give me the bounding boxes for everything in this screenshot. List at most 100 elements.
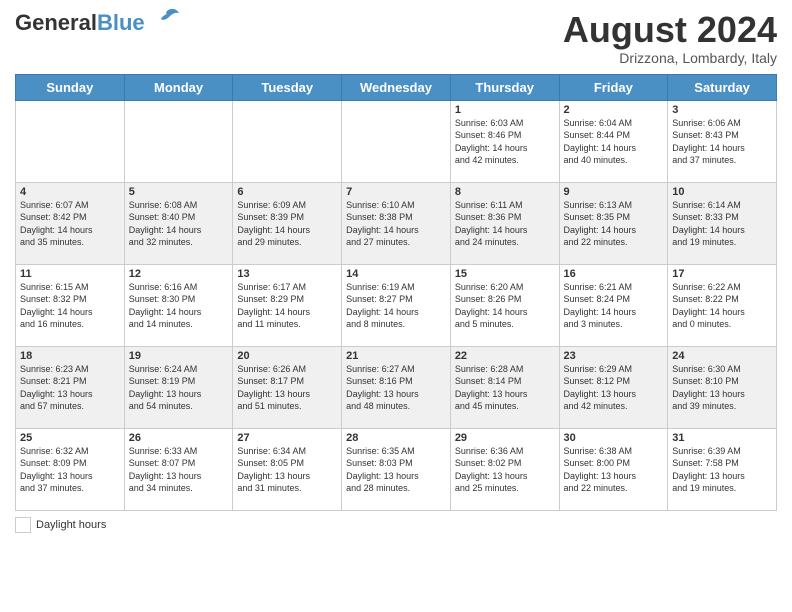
- day-info: Sunrise: 6:29 AM Sunset: 8:12 PM Dayligh…: [564, 364, 637, 412]
- calendar-cell: [124, 100, 233, 182]
- day-number: 11: [20, 268, 120, 280]
- title-block: August 2024 Drizzona, Lombardy, Italy: [563, 10, 777, 66]
- day-info: Sunrise: 6:08 AM Sunset: 8:40 PM Dayligh…: [129, 200, 202, 248]
- day-number: 19: [129, 350, 229, 362]
- day-number: 24: [672, 350, 772, 362]
- calendar-week-row: 11 Sunrise: 6:15 AM Sunset: 8:32 PM Dayli…: [16, 264, 777, 346]
- col-thursday: Thursday: [450, 74, 559, 100]
- day-info: Sunrise: 6:35 AM Sunset: 8:03 PM Dayligh…: [346, 446, 419, 494]
- day-info: Sunrise: 6:28 AM Sunset: 8:14 PM Dayligh…: [455, 364, 528, 412]
- day-number: 26: [129, 432, 229, 444]
- calendar-cell: 5Sunrise: 6:08 AM Sunset: 8:40 PM Daylig…: [124, 182, 233, 264]
- day-info: Sunrise: 6:11 AM Sunset: 8:36 PM Dayligh…: [455, 200, 528, 248]
- calendar-cell: 9Sunrise: 6:13 AM Sunset: 8:35 PM Daylig…: [559, 182, 668, 264]
- day-info: Sunrise: 6:32 AM Sunset: 8:09 PM Dayligh…: [20, 446, 93, 494]
- legend-box: [15, 517, 31, 533]
- location: Drizzona, Lombardy, Italy: [563, 50, 777, 66]
- col-friday: Friday: [559, 74, 668, 100]
- day-number: 2: [564, 104, 664, 116]
- calendar-week-row: 25 Sunrise: 6:32 AM Sunset: 8:09 PM Dayli…: [16, 428, 777, 510]
- header: General Blue August 2024 Drizzona, Lomba…: [15, 10, 777, 66]
- calendar-cell: [233, 100, 342, 182]
- day-info: Sunrise: 6:39 AM Sunset: 7:58 PM Dayligh…: [672, 446, 745, 494]
- day-number: 8: [455, 186, 555, 198]
- calendar-cell: 22Sunrise: 6:28 AM Sunset: 8:14 PM Dayli…: [450, 346, 559, 428]
- logo-general: General: [15, 10, 97, 36]
- calendar-cell: 14Sunrise: 6:19 AM Sunset: 8:27 PM Dayli…: [342, 264, 451, 346]
- day-info: Sunrise: 6:19 AM Sunset: 8:27 PM Dayligh…: [346, 282, 419, 330]
- calendar-cell: 4Sunrise: 6:07 AM Sunset: 8:42 PM Daylig…: [16, 182, 125, 264]
- day-number: 1: [455, 104, 555, 116]
- day-info: Sunrise: 6:15 AM Sunset: 8:32 PM Dayligh…: [20, 282, 93, 330]
- calendar-cell: 11 Sunrise: 6:15 AM Sunset: 8:32 PM Dayli…: [16, 264, 125, 346]
- calendar-week-row: 4Sunrise: 6:07 AM Sunset: 8:42 PM Daylig…: [16, 182, 777, 264]
- day-number: 17: [672, 268, 772, 280]
- calendar-cell: 28Sunrise: 6:35 AM Sunset: 8:03 PM Dayli…: [342, 428, 451, 510]
- day-info: Sunrise: 6:24 AM Sunset: 8:19 PM Dayligh…: [129, 364, 202, 412]
- col-sunday: Sunday: [16, 74, 125, 100]
- day-number: 12: [129, 268, 229, 280]
- calendar-cell: 26Sunrise: 6:33 AM Sunset: 8:07 PM Dayli…: [124, 428, 233, 510]
- col-tuesday: Tuesday: [233, 74, 342, 100]
- day-info: Sunrise: 6:09 AM Sunset: 8:39 PM Dayligh…: [237, 200, 310, 248]
- calendar-cell: 27 Sunrise: 6:34 AM Sunset: 8:05 PM Dayli…: [233, 428, 342, 510]
- day-info: Sunrise: 6:16 AM Sunset: 8:30 PM Dayligh…: [129, 282, 202, 330]
- calendar-cell: 17 Sunrise: 6:22 AM Sunset: 8:22 PM Dayli…: [668, 264, 777, 346]
- calendar-week-row: 18Sunrise: 6:23 AM Sunset: 8:21 PM Dayli…: [16, 346, 777, 428]
- calendar-cell: 6 Sunrise: 6:09 AM Sunset: 8:39 PM Daylig…: [233, 182, 342, 264]
- calendar-header-row: Sunday Monday Tuesday Wednesday Thursday…: [16, 74, 777, 100]
- col-wednesday: Wednesday: [342, 74, 451, 100]
- col-saturday: Saturday: [668, 74, 777, 100]
- calendar-cell: 1 Sunrise: 6:03 AM Sunset: 8:46 PM Daylig…: [450, 100, 559, 182]
- day-info: Sunrise: 6:30 AM Sunset: 8:10 PM Dayligh…: [672, 364, 745, 412]
- logo-blue: Blue: [97, 10, 145, 36]
- day-number: 29: [455, 432, 555, 444]
- footer-legend: Daylight hours: [15, 517, 777, 533]
- day-number: 23: [564, 350, 664, 362]
- day-info: Sunrise: 6:07 AM Sunset: 8:42 PM Dayligh…: [20, 200, 93, 248]
- day-number: 3: [672, 104, 772, 116]
- day-info: Sunrise: 6:34 AM Sunset: 8:05 PM Dayligh…: [237, 446, 310, 494]
- day-info: Sunrise: 6:38 AM Sunset: 8:00 PM Dayligh…: [564, 446, 637, 494]
- calendar-cell: 3 Sunrise: 6:06 AM Sunset: 8:43 PM Daylig…: [668, 100, 777, 182]
- day-info: Sunrise: 6:26 AM Sunset: 8:17 PM Dayligh…: [237, 364, 310, 412]
- col-monday: Monday: [124, 74, 233, 100]
- calendar-cell: 10 Sunrise: 6:14 AM Sunset: 8:33 PM Dayli…: [668, 182, 777, 264]
- calendar-cell: 24 Sunrise: 6:30 AM Sunset: 8:10 PM Dayli…: [668, 346, 777, 428]
- day-number: 10: [672, 186, 772, 198]
- day-number: 20: [237, 350, 337, 362]
- calendar-cell: 8 Sunrise: 6:11 AM Sunset: 8:36 PM Daylig…: [450, 182, 559, 264]
- logo: General Blue: [15, 10, 179, 36]
- calendar-cell: [16, 100, 125, 182]
- day-info: Sunrise: 6:23 AM Sunset: 8:21 PM Dayligh…: [20, 364, 93, 412]
- day-info: Sunrise: 6:21 AM Sunset: 8:24 PM Dayligh…: [564, 282, 637, 330]
- day-number: 16: [564, 268, 664, 280]
- day-info: Sunrise: 6:22 AM Sunset: 8:22 PM Dayligh…: [672, 282, 745, 330]
- day-number: 27: [237, 432, 337, 444]
- calendar-cell: 21 Sunrise: 6:27 AM Sunset: 8:16 PM Dayli…: [342, 346, 451, 428]
- day-info: Sunrise: 6:20 AM Sunset: 8:26 PM Dayligh…: [455, 282, 528, 330]
- day-number: 13: [237, 268, 337, 280]
- calendar-cell: 15Sunrise: 6:20 AM Sunset: 8:26 PM Dayli…: [450, 264, 559, 346]
- day-number: 6: [237, 186, 337, 198]
- day-number: 25: [20, 432, 120, 444]
- day-number: 21: [346, 350, 446, 362]
- calendar-cell: 12 Sunrise: 6:16 AM Sunset: 8:30 PM Dayli…: [124, 264, 233, 346]
- calendar-cell: 7 Sunrise: 6:10 AM Sunset: 8:38 PM Daylig…: [342, 182, 451, 264]
- day-info: Sunrise: 6:06 AM Sunset: 8:43 PM Dayligh…: [672, 118, 745, 166]
- calendar: Sunday Monday Tuesday Wednesday Thursday…: [15, 74, 777, 511]
- day-info: Sunrise: 6:03 AM Sunset: 8:46 PM Dayligh…: [455, 118, 528, 166]
- day-number: 9: [564, 186, 664, 198]
- calendar-cell: 25 Sunrise: 6:32 AM Sunset: 8:09 PM Dayli…: [16, 428, 125, 510]
- day-info: Sunrise: 6:27 AM Sunset: 8:16 PM Dayligh…: [346, 364, 419, 412]
- day-info: Sunrise: 6:14 AM Sunset: 8:33 PM Dayligh…: [672, 200, 745, 248]
- day-number: 7: [346, 186, 446, 198]
- month-title: August 2024: [563, 10, 777, 50]
- calendar-cell: 20 Sunrise: 6:26 AM Sunset: 8:17 PM Dayli…: [233, 346, 342, 428]
- calendar-cell: 23 Sunrise: 6:29 AM Sunset: 8:12 PM Dayli…: [559, 346, 668, 428]
- day-info: Sunrise: 6:10 AM Sunset: 8:38 PM Dayligh…: [346, 200, 419, 248]
- calendar-cell: 19 Sunrise: 6:24 AM Sunset: 8:19 PM Dayli…: [124, 346, 233, 428]
- legend-label: Daylight hours: [36, 519, 106, 531]
- calendar-cell: 18Sunrise: 6:23 AM Sunset: 8:21 PM Dayli…: [16, 346, 125, 428]
- calendar-cell: 30Sunrise: 6:38 AM Sunset: 8:00 PM Dayli…: [559, 428, 668, 510]
